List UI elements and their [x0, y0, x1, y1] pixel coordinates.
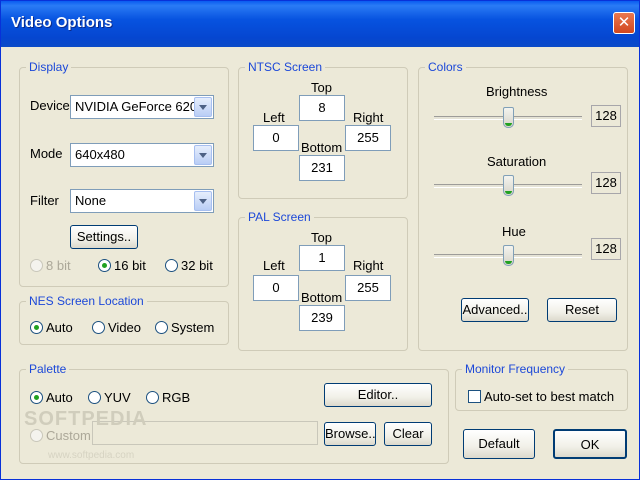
saturation-label: Saturation [487, 154, 547, 169]
default-button[interactable]: Default [463, 429, 535, 459]
chevron-down-icon[interactable] [194, 145, 212, 165]
palette-custom-radio[interactable]: Custom [30, 428, 91, 444]
settings-button[interactable]: Settings.. [70, 225, 138, 249]
ok-button[interactable]: OK [553, 429, 627, 459]
bit-16-label: 16 bit [114, 258, 146, 273]
hue-label: Hue [502, 224, 526, 239]
palette-rgb-label: RGB [162, 390, 191, 405]
pal-bottom-label: Bottom [301, 290, 343, 305]
reset-button[interactable]: Reset [547, 298, 617, 322]
pal-left-label: Left [263, 258, 285, 273]
ntsc-group: NTSC Screen Top 8 Left 0 Right 255 Botto… [238, 59, 408, 199]
pal-group-label: PAL Screen [245, 209, 314, 225]
monitor-frequency-group: Monitor Frequency Auto-set to best match [455, 361, 628, 411]
pal-top-label: Top [311, 230, 332, 245]
mode-label: Mode [30, 146, 63, 161]
device-value: NVIDIA GeForce 6200 [75, 99, 205, 114]
bit-32-label: 32 bit [181, 258, 213, 273]
dialog-client: Display Device NVIDIA GeForce 6200 Mode … [5, 47, 635, 477]
pal-top-field[interactable]: 1 [299, 245, 345, 271]
bit-32-radio[interactable]: 32 bit [165, 258, 225, 274]
palette-custom-label: Custom [46, 428, 91, 443]
window-title: Video Options [11, 14, 113, 31]
pal-left-field[interactable]: 0 [253, 275, 299, 301]
device-select[interactable]: NVIDIA GeForce 6200 [70, 95, 214, 119]
palette-group: Palette Auto YUV RGB Editor.. Custom Bro [19, 361, 449, 464]
ntsc-group-label: NTSC Screen [245, 59, 326, 75]
ntsc-right-label: Right [353, 110, 384, 125]
close-button[interactable]: ✕ [613, 12, 635, 34]
radio-icon [92, 321, 105, 334]
filter-select[interactable]: None [70, 189, 214, 213]
saturation-slider-thumb[interactable] [502, 175, 514, 196]
palette-auto-label: Auto [46, 390, 73, 405]
ntsc-right-field[interactable]: 255 [345, 125, 391, 151]
bit-16-radio[interactable]: 16 bit [98, 258, 158, 274]
video-options-window: Video Options ✕ Display Device NVIDIA Ge… [0, 0, 640, 480]
colors-group: Colors Brightness 128 Saturation 128 Hue… [418, 59, 628, 351]
radio-icon [30, 259, 43, 272]
nes-video-label: Video [108, 320, 142, 335]
radio-icon [30, 321, 43, 334]
brightness-label: Brightness [486, 84, 548, 99]
display-group-label: Display [26, 59, 72, 75]
palette-auto-radio[interactable]: Auto [30, 390, 76, 406]
brightness-value: 128 [591, 105, 621, 127]
ntsc-top-field[interactable]: 8 [299, 95, 345, 121]
saturation-value: 128 [591, 172, 621, 194]
advanced-button[interactable]: Advanced.. [461, 298, 529, 322]
bit-8-label: 8 bit [46, 258, 71, 273]
radio-icon [30, 429, 43, 442]
filter-value: None [75, 193, 107, 208]
hue-slider-thumb[interactable] [502, 245, 514, 266]
autoset-checkbox[interactable] [468, 390, 481, 403]
device-label: Device [30, 98, 70, 113]
pal-right-label: Right [353, 258, 384, 273]
palette-yuv-label: YUV [104, 390, 131, 405]
colors-group-label: Colors [425, 59, 466, 75]
ntsc-left-field[interactable]: 0 [253, 125, 299, 151]
close-icon: ✕ [617, 14, 631, 31]
ntsc-bottom-label: Bottom [301, 140, 343, 155]
softpedia-watermark-url: www.softpedia.com [48, 450, 135, 461]
palette-yuv-radio[interactable]: YUV [88, 390, 134, 406]
ntsc-left-label: Left [263, 110, 285, 125]
display-group: Display Device NVIDIA GeForce 6200 Mode … [19, 59, 229, 287]
bit-8-radio[interactable]: 8 bit [30, 258, 86, 274]
nes-location-group-label: NES Screen Location [26, 293, 147, 309]
chevron-down-icon[interactable] [194, 97, 212, 117]
ntsc-bottom-field[interactable]: 231 [299, 155, 345, 181]
pal-bottom-field[interactable]: 239 [299, 305, 345, 331]
palette-group-label: Palette [26, 361, 70, 377]
radio-icon [30, 391, 43, 404]
nes-video-radio[interactable]: Video [92, 320, 142, 336]
pal-right-field[interactable]: 255 [345, 275, 391, 301]
pal-group: PAL Screen Top 1 Left 0 Right 255 Bottom… [238, 209, 408, 351]
radio-icon [165, 259, 178, 272]
monitor-frequency-group-label: Monitor Frequency [462, 361, 569, 377]
editor-button[interactable]: Editor.. [324, 383, 432, 407]
browse-button[interactable]: Browse.. [324, 422, 376, 446]
radio-icon [146, 391, 159, 404]
brightness-slider-thumb[interactable] [502, 107, 514, 128]
mode-value: 640x480 [75, 147, 125, 162]
nes-auto-label: Auto [46, 320, 73, 335]
palette-rgb-radio[interactable]: RGB [146, 390, 192, 406]
hue-value: 128 [591, 238, 621, 260]
autoset-label[interactable]: Auto-set to best match [484, 389, 614, 405]
title-bar[interactable]: Video Options ✕ [1, 1, 639, 47]
mode-select[interactable]: 640x480 [70, 143, 214, 167]
chevron-down-icon[interactable] [194, 191, 212, 211]
radio-icon [88, 391, 101, 404]
filter-label: Filter [30, 193, 59, 208]
nes-auto-radio[interactable]: Auto [30, 320, 76, 336]
clear-button[interactable]: Clear [384, 422, 432, 446]
radio-icon [98, 259, 111, 272]
radio-icon [155, 321, 168, 334]
ntsc-top-label: Top [311, 80, 332, 95]
nes-system-label: System [171, 320, 215, 335]
nes-system-radio[interactable]: System [155, 320, 217, 336]
nes-location-group: NES Screen Location Auto Video System [19, 293, 229, 345]
custom-palette-path-field[interactable] [92, 421, 318, 445]
